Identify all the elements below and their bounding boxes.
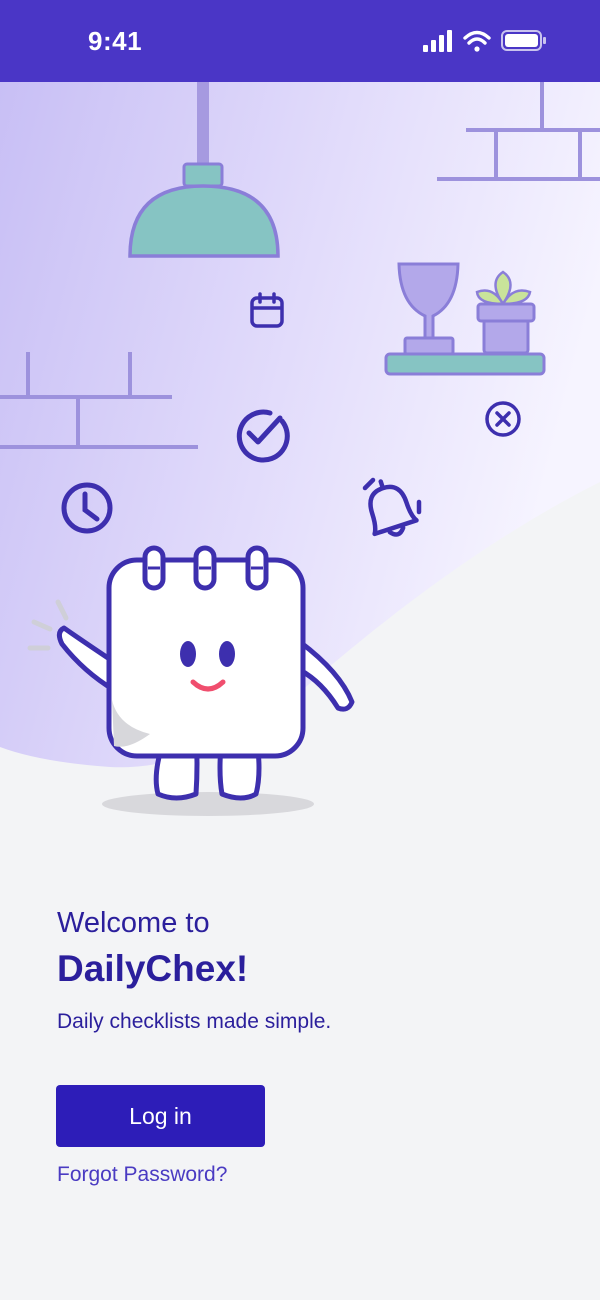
mascot-left-eye xyxy=(180,641,196,667)
battery-icon xyxy=(501,30,546,51)
status-icons xyxy=(423,30,546,52)
mascot-shadow xyxy=(102,792,314,816)
app-name: DailyChex! xyxy=(57,948,249,989)
login-button[interactable]: Log in xyxy=(56,1085,265,1147)
status-bar: 9:41 xyxy=(0,0,600,82)
signal-icon xyxy=(423,30,452,52)
hero-illustration xyxy=(0,82,600,816)
status-time: 9:41 xyxy=(88,26,143,56)
wall-shelf xyxy=(384,352,546,376)
tagline: Daily checklists made simple. xyxy=(57,1010,332,1033)
mascot-right-eye xyxy=(219,641,235,667)
welcome-heading: Welcome to xyxy=(57,907,210,939)
forgot-password-link[interactable]: Forgot Password? xyxy=(57,1163,227,1187)
wifi-icon xyxy=(463,30,491,52)
